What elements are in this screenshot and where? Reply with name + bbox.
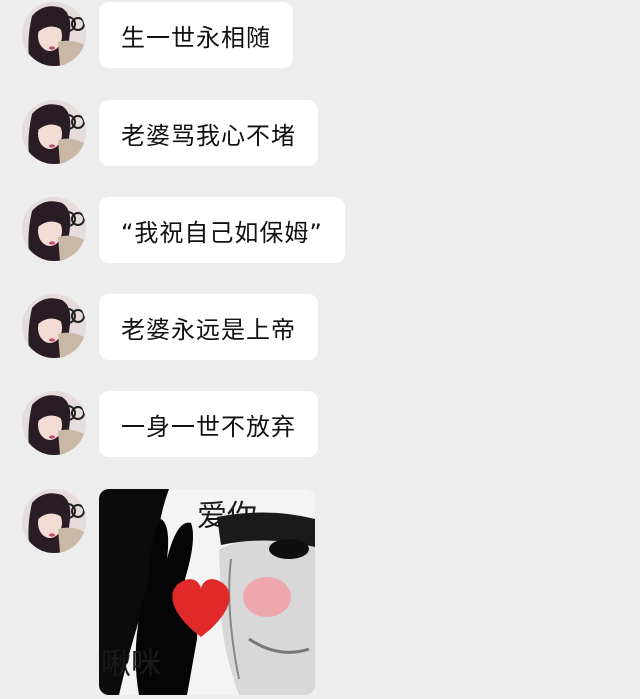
message-bubble[interactable]: 老婆永远是上帝 [99, 294, 318, 360]
message-row: 老婆骂我心不堵 [22, 100, 318, 166]
message-text: “我祝自己如保姆” [121, 218, 323, 247]
avatar[interactable] [22, 489, 86, 553]
avatar[interactable] [22, 2, 86, 66]
avatar[interactable] [22, 197, 86, 261]
message-bubble[interactable]: “我祝自己如保姆” [99, 197, 345, 263]
message-text: 老婆永远是上帝 [121, 315, 296, 344]
message-text: 一身一世不放弃 [121, 412, 296, 441]
sticker-image[interactable]: 爱你 啾咪 [99, 489, 315, 695]
message-bubble[interactable]: 老婆骂我心不堵 [99, 100, 318, 166]
message-row: 生一世永相随 [22, 2, 293, 68]
message-row: 爱你 啾咪 [22, 489, 315, 695]
message-row: “我祝自己如保姆” [22, 197, 345, 263]
message-bubble[interactable]: 生一世永相随 [99, 2, 293, 68]
sticker-bottom-text: 啾咪 [101, 647, 161, 682]
message-bubble[interactable]: 一身一世不放弃 [99, 391, 318, 457]
message-text: 老婆骂我心不堵 [121, 121, 296, 150]
message-row: 老婆永远是上帝 [22, 294, 318, 360]
message-row: 一身一世不放弃 [22, 391, 318, 457]
message-text: 生一世永相随 [121, 23, 271, 52]
sticker-top-text: 爱你 [197, 499, 257, 534]
avatar[interactable] [22, 391, 86, 455]
avatar[interactable] [22, 294, 86, 358]
avatar[interactable] [22, 100, 86, 164]
chat-message-list[interactable]: 生一世永相随 老婆骂我心不堵 “我祝自己如保姆” 老婆永远是上帝 一身一世不放弃 [0, 0, 640, 699]
